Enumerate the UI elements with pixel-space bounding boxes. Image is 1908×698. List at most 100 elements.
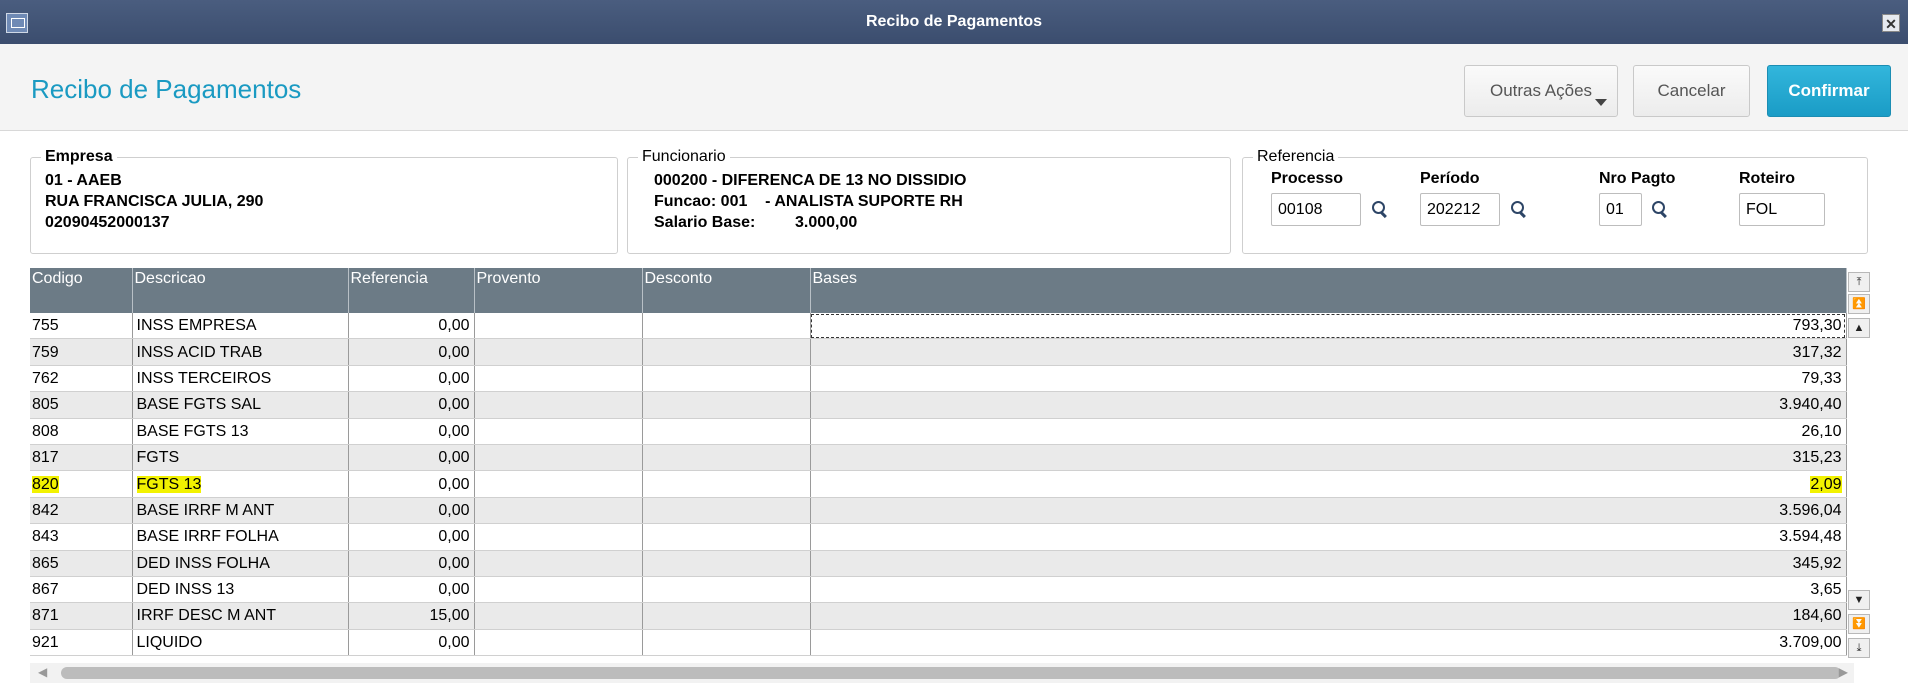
cell-descricao[interactable]: IRRF DESC M ANT <box>132 602 349 630</box>
periodo-search-icon[interactable] <box>1511 201 1526 219</box>
table-row[interactable]: 755 INSS EMPRESA 0,00 793,30 <box>30 313 1847 340</box>
cell-referencia[interactable]: 0,00 <box>348 523 475 551</box>
col-referencia-header[interactable]: Referencia <box>348 268 475 313</box>
col-provento-header[interactable]: Provento <box>474 268 643 313</box>
scroll-page-up-icon[interactable]: ⏫ <box>1848 294 1870 314</box>
table-row[interactable]: 921 LIQUIDO 0,00 3.709,00 <box>30 629 1847 657</box>
cell-desconto[interactable] <box>642 444 811 472</box>
cell-referencia[interactable]: 0,00 <box>348 365 475 393</box>
cell-descricao[interactable]: INSS ACID TRAB <box>132 338 349 366</box>
cell-desconto[interactable] <box>642 629 811 657</box>
cell-codigo[interactable]: 762 <box>30 365 133 393</box>
cell-descricao[interactable]: DED INSS 13 <box>132 576 349 604</box>
cell-bases[interactable]: 184,60 <box>810 602 1847 630</box>
confirm-button[interactable]: Confirmar <box>1767 65 1891 117</box>
col-descricao-header[interactable]: Descricao <box>132 268 349 313</box>
vertical-scrollbar[interactable]: ⤒ ⏫ ▲ ▼ ⏬ ⤓ <box>1848 268 1872 658</box>
cell-descricao[interactable]: INSS EMPRESA <box>132 313 349 340</box>
cell-provento[interactable] <box>474 365 643 393</box>
cell-codigo[interactable]: 755 <box>30 313 133 340</box>
cell-referencia[interactable]: 0,00 <box>348 576 475 604</box>
cell-provento[interactable] <box>474 523 643 551</box>
cell-desconto[interactable] <box>642 313 811 340</box>
scroll-up-icon[interactable]: ▲ <box>1848 318 1870 338</box>
cell-provento[interactable] <box>474 391 643 419</box>
cell-provento[interactable] <box>474 470 643 498</box>
cell-codigo[interactable]: 808 <box>30 418 133 445</box>
table-row[interactable]: 805 BASE FGTS SAL 0,00 3.940,40 <box>30 391 1847 419</box>
cell-referencia[interactable]: 15,00 <box>348 602 475 630</box>
cell-codigo[interactable]: 865 <box>30 550 133 577</box>
table-row[interactable]: 759 INSS ACID TRAB 0,00 317,32 <box>30 338 1847 366</box>
cell-provento[interactable] <box>474 576 643 604</box>
table-row[interactable]: 808 BASE FGTS 13 0,00 26,10 <box>30 418 1847 445</box>
cell-codigo[interactable]: 842 <box>30 497 133 525</box>
cell-descricao[interactable]: INSS TERCEIROS <box>132 365 349 393</box>
cell-codigo[interactable]: 867 <box>30 576 133 604</box>
processo-search-icon[interactable] <box>1372 201 1387 219</box>
cell-provento[interactable] <box>474 418 643 445</box>
processo-input[interactable]: 00108 <box>1271 193 1361 226</box>
cell-desconto[interactable] <box>642 602 811 630</box>
nro-pagto-input[interactable]: 01 <box>1599 193 1642 226</box>
cell-bases[interactable]: 3,65 <box>810 576 1847 604</box>
close-icon[interactable]: ✕ <box>1882 14 1900 32</box>
cell-provento[interactable] <box>474 313 643 340</box>
cell-codigo[interactable]: 820 <box>30 470 133 498</box>
scroll-last-icon[interactable]: ⤓ <box>1848 638 1870 658</box>
cell-desconto[interactable] <box>642 338 811 366</box>
periodo-input[interactable]: 202212 <box>1420 193 1500 226</box>
cell-desconto[interactable] <box>642 470 811 498</box>
cell-descricao[interactable]: BASE IRRF M ANT <box>132 497 349 525</box>
cell-provento[interactable] <box>474 550 643 577</box>
cell-desconto[interactable] <box>642 391 811 419</box>
horizontal-scroll-thumb[interactable] <box>61 667 1841 679</box>
cell-desconto[interactable] <box>642 418 811 445</box>
cell-bases[interactable]: 3.940,40 <box>810 391 1847 419</box>
cell-bases[interactable]: 2,09 <box>810 470 1847 498</box>
cell-referencia[interactable]: 0,00 <box>348 497 475 525</box>
col-desconto-header[interactable]: Desconto <box>642 268 811 313</box>
cell-bases[interactable]: 3.709,00 <box>810 629 1847 657</box>
table-row[interactable]: 871 IRRF DESC M ANT 15,00 184,60 <box>30 602 1847 630</box>
cell-descricao[interactable]: BASE FGTS SAL <box>132 391 349 419</box>
table-row[interactable]: 867 DED INSS 13 0,00 3,65 <box>30 576 1847 604</box>
cell-bases[interactable]: 3.596,04 <box>810 497 1847 525</box>
scroll-first-icon[interactable]: ⤒ <box>1848 272 1870 292</box>
cell-bases[interactable]: 26,10 <box>810 418 1847 445</box>
cell-descricao[interactable]: DED INSS FOLHA <box>132 550 349 577</box>
col-codigo-header[interactable]: Codigo <box>30 268 133 313</box>
cell-codigo[interactable]: 871 <box>30 602 133 630</box>
cell-descricao[interactable]: BASE FGTS 13 <box>132 418 349 445</box>
cell-referencia[interactable]: 0,00 <box>348 313 475 340</box>
cell-codigo[interactable]: 843 <box>30 523 133 551</box>
horizontal-scrollbar[interactable]: ◀ ▶ <box>30 663 1854 683</box>
cell-bases[interactable]: 345,92 <box>810 550 1847 577</box>
table-row[interactable]: 842 BASE IRRF M ANT 0,00 3.596,04 <box>30 497 1847 525</box>
cell-referencia[interactable]: 0,00 <box>348 391 475 419</box>
cell-referencia[interactable]: 0,00 <box>348 418 475 445</box>
cell-referencia[interactable]: 0,00 <box>348 444 475 472</box>
cell-provento[interactable] <box>474 497 643 525</box>
cell-descricao[interactable]: FGTS 13 <box>132 470 349 498</box>
table-row[interactable]: 817 FGTS 0,00 315,23 <box>30 444 1847 472</box>
cell-descricao[interactable]: BASE IRRF FOLHA <box>132 523 349 551</box>
cell-bases[interactable]: 3.594,48 <box>810 523 1847 551</box>
cell-descricao[interactable]: LIQUIDO <box>132 629 349 657</box>
col-bases-header[interactable]: Bases <box>810 268 1847 313</box>
scroll-right-icon[interactable]: ▶ <box>1839 665 1848 679</box>
scroll-page-down-icon[interactable]: ⏬ <box>1848 614 1870 634</box>
scroll-down-icon[interactable]: ▼ <box>1848 590 1870 610</box>
cell-bases[interactable]: 317,32 <box>810 338 1847 366</box>
table-row[interactable]: 762 INSS TERCEIROS 0,00 79,33 <box>30 365 1847 393</box>
cell-bases[interactable]: 793,30 <box>810 313 1847 340</box>
cell-codigo[interactable]: 817 <box>30 444 133 472</box>
cell-codigo[interactable]: 805 <box>30 391 133 419</box>
cell-desconto[interactable] <box>642 550 811 577</box>
cell-desconto[interactable] <box>642 576 811 604</box>
outras-acoes-button[interactable]: Outras Ações <box>1464 65 1618 117</box>
cell-referencia[interactable]: 0,00 <box>348 470 475 498</box>
roteiro-input[interactable]: FOL <box>1739 193 1825 226</box>
cell-referencia[interactable]: 0,00 <box>348 338 475 366</box>
cell-referencia[interactable]: 0,00 <box>348 550 475 577</box>
